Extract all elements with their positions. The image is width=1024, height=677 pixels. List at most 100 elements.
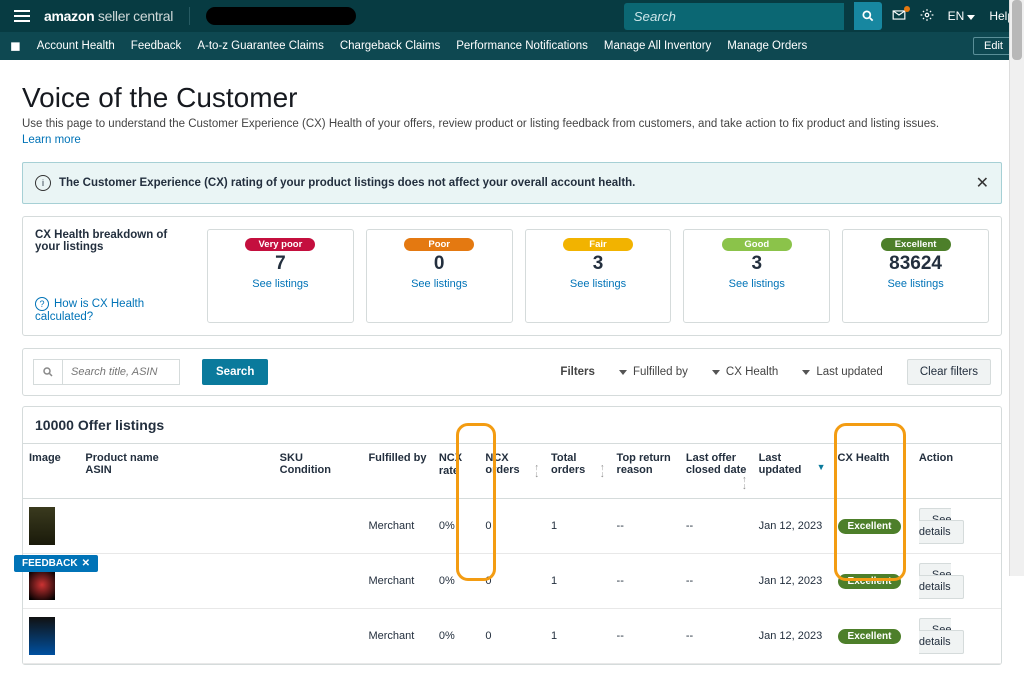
cell-top-reason: -- bbox=[611, 499, 680, 554]
card-count: 7 bbox=[212, 253, 349, 275]
cell-top-reason: -- bbox=[611, 609, 680, 664]
info-icon: i bbox=[35, 175, 51, 191]
top-bar: amazon seller central EN Help bbox=[0, 0, 1024, 32]
col-fulfilled[interactable]: Fulfilled by bbox=[362, 444, 432, 499]
how-calculated-link[interactable]: ?How is CX Health calculated? bbox=[35, 297, 195, 323]
col-closed-date[interactable]: Last offer closed date↑↓ bbox=[680, 444, 753, 499]
search-input[interactable] bbox=[624, 3, 844, 30]
card-e[interactable]: Excellent 83624 See listings bbox=[842, 229, 989, 323]
col-updated[interactable]: Last updated▼ bbox=[753, 444, 832, 499]
info-text: The Customer Experience (CX) rating of y… bbox=[59, 177, 976, 189]
cell-fulfilled: Merchant bbox=[362, 554, 432, 609]
scrollbar[interactable] bbox=[1009, 0, 1024, 576]
nav-atoz[interactable]: A-to-z Guarantee Claims bbox=[197, 40, 324, 52]
nav-chargeback[interactable]: Chargeback Claims bbox=[340, 40, 440, 52]
cell-updated: Jan 12, 2023 bbox=[753, 499, 832, 554]
col-sku: SKUCondition bbox=[274, 444, 363, 499]
cell-updated: Jan 12, 2023 bbox=[753, 554, 832, 609]
col-cx-health[interactable]: CX Health↑↓ bbox=[832, 444, 913, 499]
nav-perf-notif[interactable]: Performance Notifications bbox=[456, 40, 588, 52]
see-listings-link[interactable]: See listings bbox=[887, 278, 943, 290]
edit-nav-button[interactable]: Edit bbox=[973, 37, 1014, 55]
see-details-button[interactable]: See details bbox=[919, 563, 964, 599]
card-f[interactable]: Fair 3 See listings bbox=[525, 229, 672, 323]
col-total-orders[interactable]: Total orders↑↓ bbox=[545, 444, 611, 499]
cell-total: 1 bbox=[545, 609, 611, 664]
page-title: Voice of the Customer bbox=[22, 82, 1002, 114]
pill-label: Poor bbox=[404, 238, 474, 251]
cx-badge: Excellent bbox=[838, 519, 902, 534]
page-subtitle: Use this page to understand the Customer… bbox=[22, 118, 1002, 130]
col-ncx-orders[interactable]: NCX orders↑↓ bbox=[479, 444, 545, 499]
filters-label: Filters bbox=[560, 366, 595, 378]
clear-filters-button[interactable]: Clear filters bbox=[907, 359, 991, 385]
col-product: Product nameASIN bbox=[79, 444, 273, 499]
col-ncx-rate: NCX rate bbox=[433, 444, 480, 499]
col-action: Action bbox=[913, 444, 1001, 499]
bookmark-icon[interactable]: ◼ bbox=[10, 38, 21, 54]
pill-label: Very poor bbox=[245, 238, 315, 251]
search-button[interactable] bbox=[854, 2, 882, 30]
see-details-button[interactable]: See details bbox=[919, 618, 964, 654]
cell-ncx-rate: 0% bbox=[433, 554, 480, 609]
cell-updated: Jan 12, 2023 bbox=[753, 609, 832, 664]
brand-logo[interactable]: amazon seller central bbox=[44, 8, 173, 24]
listings-table: 10000 Offer listings Image Product nameA… bbox=[22, 406, 1002, 665]
nav-feedback[interactable]: Feedback bbox=[131, 40, 182, 52]
filters-row: Search Filters Fulfilled by CX Health La… bbox=[22, 348, 1002, 396]
cell-closed: -- bbox=[680, 609, 753, 664]
card-p[interactable]: Poor 0 See listings bbox=[366, 229, 513, 323]
see-listings-link[interactable]: See listings bbox=[252, 278, 308, 290]
nav-account-health[interactable]: Account Health bbox=[37, 40, 115, 52]
cell-closed: -- bbox=[680, 499, 753, 554]
card-vp[interactable]: Very poor 7 See listings bbox=[207, 229, 354, 323]
cx-badge: Excellent bbox=[838, 629, 902, 644]
table-row: Merchant0%01----Jan 12, 2023ExcellentSee… bbox=[23, 499, 1001, 554]
global-search[interactable] bbox=[624, 3, 844, 30]
col-image: Image bbox=[23, 444, 79, 499]
divider bbox=[189, 7, 190, 25]
see-listings-link[interactable]: See listings bbox=[411, 278, 467, 290]
filter-fulfilled-by[interactable]: Fulfilled by bbox=[619, 366, 688, 378]
see-listings-link[interactable]: See listings bbox=[570, 278, 626, 290]
nav-row: ◼ Account Health Feedback A-to-z Guarant… bbox=[0, 32, 1024, 60]
cell-ncx-rate: 0% bbox=[433, 609, 480, 664]
listing-search-button[interactable]: Search bbox=[202, 359, 268, 385]
close-icon[interactable]: ✕ bbox=[976, 173, 989, 193]
card-g[interactable]: Good 3 See listings bbox=[683, 229, 830, 323]
table-row: Merchant0%01----Jan 12, 2023ExcellentSee… bbox=[23, 609, 1001, 664]
cell-total: 1 bbox=[545, 499, 611, 554]
cell-total: 1 bbox=[545, 554, 611, 609]
col-top-reason: Top return reason bbox=[611, 444, 680, 499]
nav-inventory[interactable]: Manage All Inventory bbox=[604, 40, 711, 52]
filter-cx-health[interactable]: CX Health bbox=[712, 366, 778, 378]
gear-icon[interactable] bbox=[920, 8, 934, 25]
pill-label: Excellent bbox=[881, 238, 951, 251]
messages-icon[interactable] bbox=[892, 8, 906, 25]
filter-last-updated[interactable]: Last updated bbox=[802, 366, 883, 378]
pill-label: Good bbox=[722, 238, 792, 251]
feedback-tab[interactable]: FEEDBACK✕ bbox=[14, 555, 98, 572]
cx-breakdown: CX Health breakdown of your listings ?Ho… bbox=[35, 229, 989, 323]
product-thumb[interactable] bbox=[29, 507, 55, 545]
store-name-redacted bbox=[206, 7, 356, 25]
card-count: 83624 bbox=[847, 253, 984, 275]
card-count: 0 bbox=[371, 253, 508, 275]
product-thumb[interactable] bbox=[29, 617, 55, 655]
cell-ncx-rate: 0% bbox=[433, 499, 480, 554]
menu-icon[interactable] bbox=[10, 6, 34, 26]
see-listings-link[interactable]: See listings bbox=[729, 278, 785, 290]
pill-label: Fair bbox=[563, 238, 633, 251]
learn-more-link[interactable]: Learn more bbox=[22, 134, 81, 146]
card-count: 3 bbox=[688, 253, 825, 275]
cell-ncx-orders: 0 bbox=[479, 499, 545, 554]
card-count: 3 bbox=[530, 253, 667, 275]
see-details-button[interactable]: See details bbox=[919, 508, 964, 544]
listing-search-input[interactable] bbox=[62, 359, 180, 385]
language-selector[interactable]: EN bbox=[948, 9, 976, 23]
cell-top-reason: -- bbox=[611, 554, 680, 609]
nav-orders[interactable]: Manage Orders bbox=[727, 40, 807, 52]
cell-ncx-orders: 0 bbox=[479, 554, 545, 609]
info-banner: i The Customer Experience (CX) rating of… bbox=[22, 162, 1002, 204]
search-icon bbox=[33, 359, 62, 385]
